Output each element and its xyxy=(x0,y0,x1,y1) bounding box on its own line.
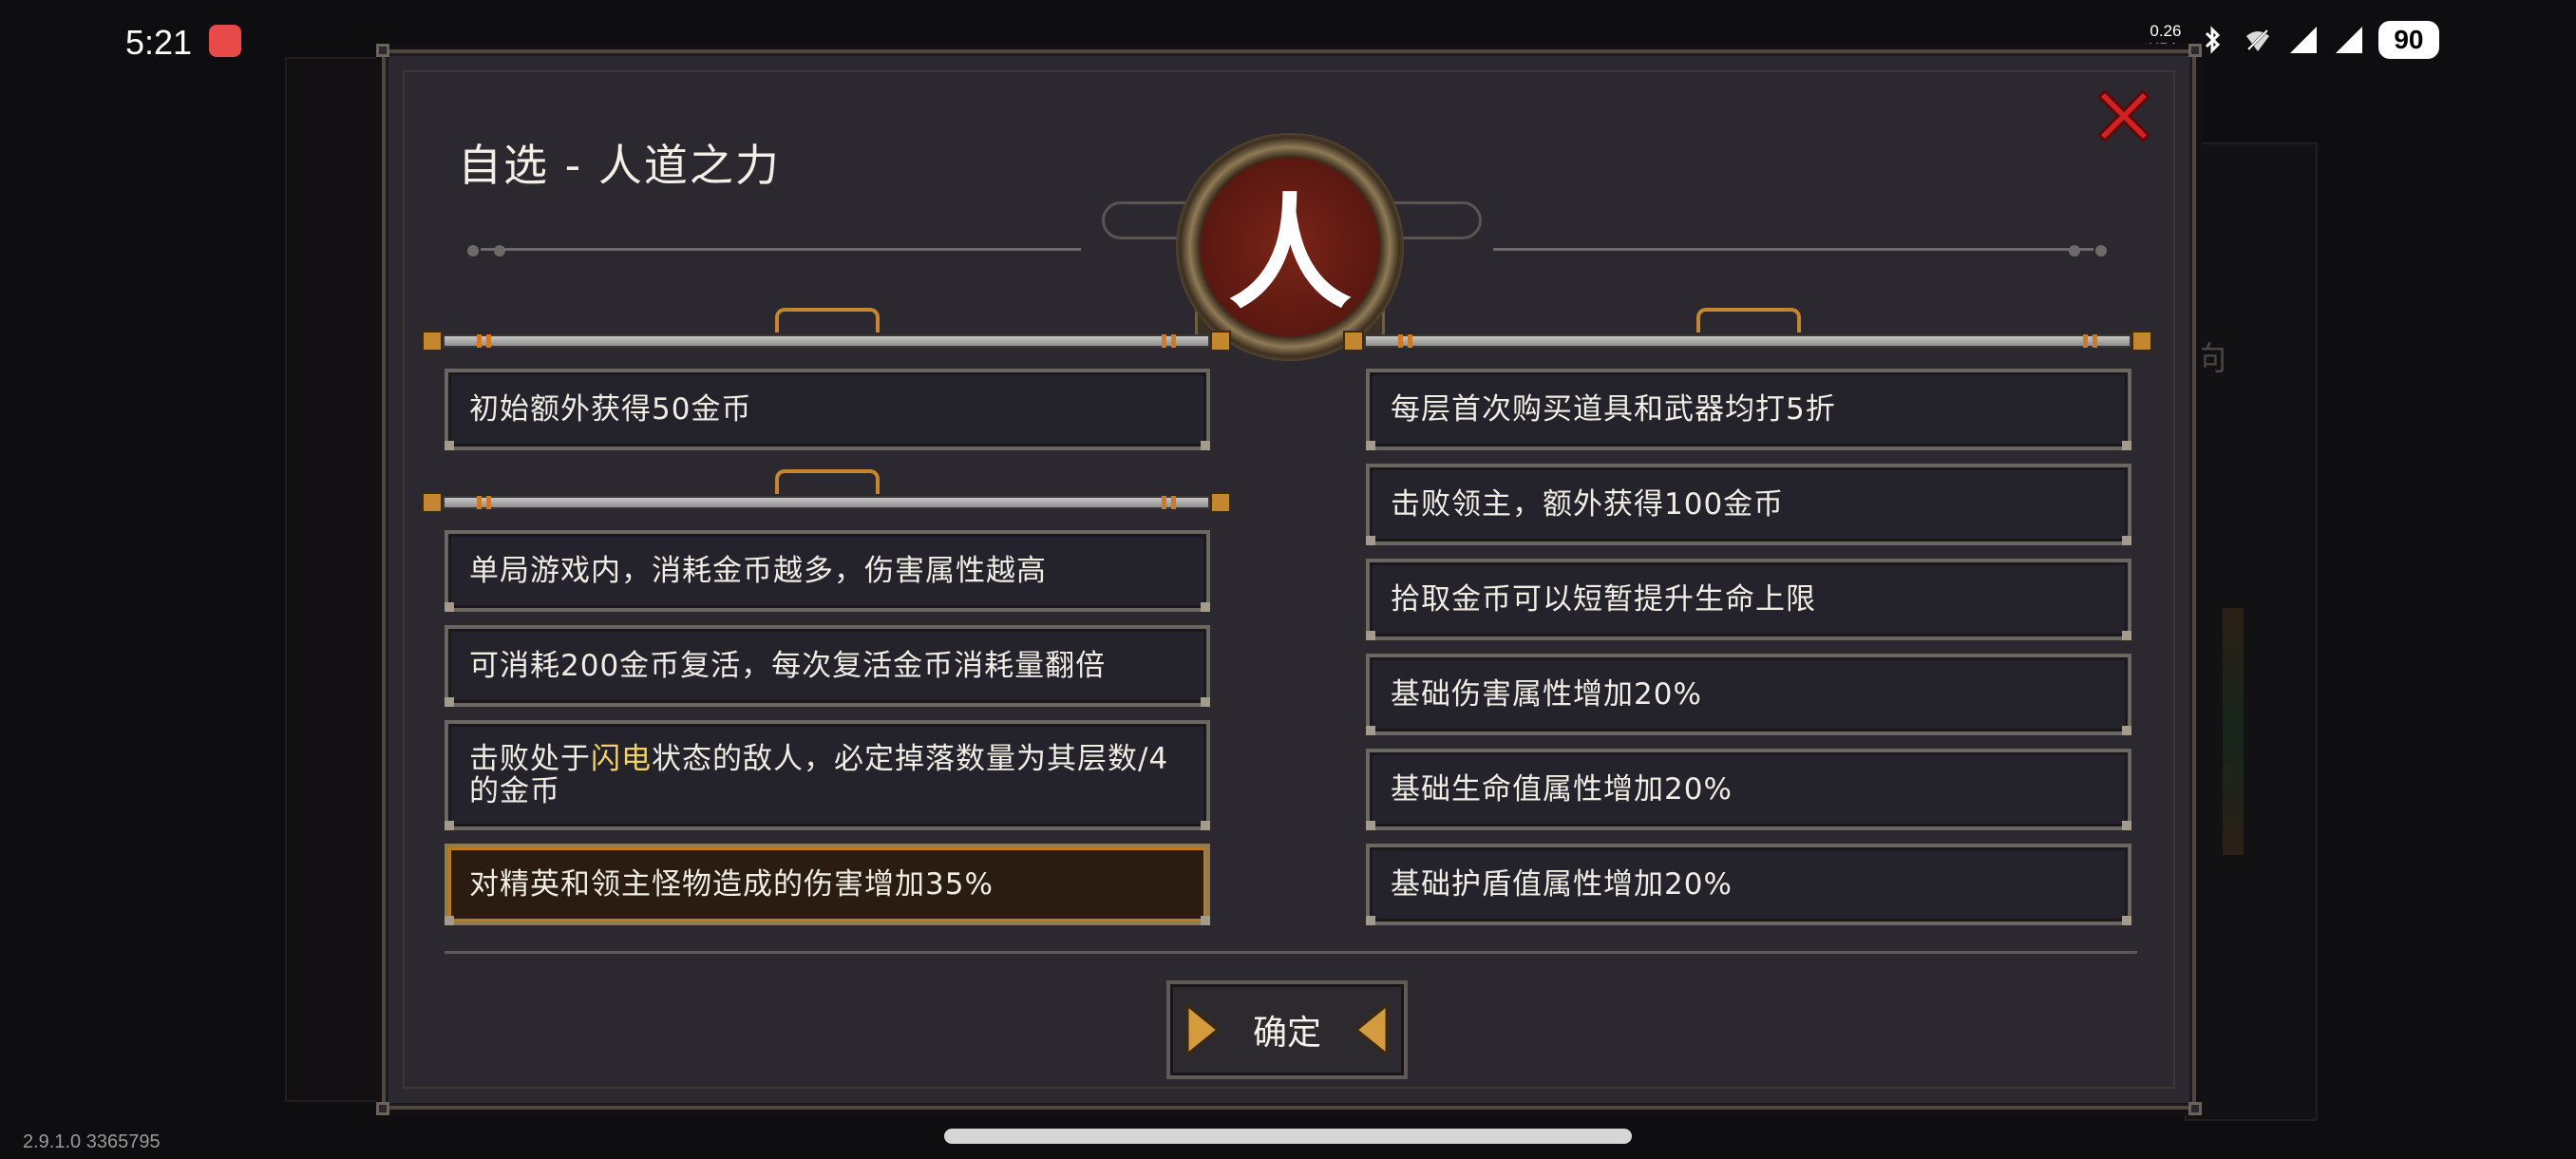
status-time: 5:21 xyxy=(125,23,193,62)
option-card[interactable]: 击败领主，额外获得100金币 xyxy=(1366,464,2131,545)
title-divider-left xyxy=(467,245,1094,256)
close-icon xyxy=(2096,88,2151,143)
bottom-divider xyxy=(435,948,2147,956)
option-text: 每层首次购买道具和武器均打5折 xyxy=(1391,392,1836,427)
wifi-off-icon xyxy=(2242,24,2274,56)
signal-5g-icon xyxy=(2287,24,2320,56)
option-text-part: 击败处于 xyxy=(469,742,591,776)
panel-corner xyxy=(376,1102,389,1115)
option-text: 可消耗200金币复活，每次复活金币消耗量翻倍 xyxy=(469,649,1107,683)
option-card[interactable]: 拾取金币可以短暂提升生命上限 xyxy=(1366,559,2131,640)
emblem-glyph: 人 xyxy=(1227,180,1352,326)
version-label: 2.9.1.0 3365795 xyxy=(23,1131,161,1152)
background-char: 向 xyxy=(2194,340,2226,378)
option-text: 基础生命值属性增加20% xyxy=(1391,772,1733,807)
option-text: 击败处于闪电状态的敌人，必定掉落数量为其层数/4的金币 xyxy=(469,743,1185,808)
net-speed-value: 0.26 xyxy=(2150,22,2182,40)
option-card[interactable]: 基础护盾值属性增加20% xyxy=(1366,844,2131,925)
option-text: 初始额外获得50金币 xyxy=(469,392,752,427)
scroll-rod-left-mid xyxy=(422,469,1231,515)
home-indicator[interactable] xyxy=(944,1129,1632,1144)
option-card-selected[interactable]: 对精英和领主怪物造成的伤害增加35% xyxy=(445,844,1210,925)
app-notification-icon xyxy=(209,25,241,57)
option-text: 单局游戏内，消耗金币越多，伤害属性越高 xyxy=(469,554,1047,588)
option-text: 基础伤害属性增加20% xyxy=(1391,677,1702,712)
scroll-rod-left-top xyxy=(422,308,1231,353)
signal-4g-icon xyxy=(2333,24,2365,56)
confirm-button[interactable]: 确定 xyxy=(1166,980,1408,1079)
option-card[interactable]: 单局游戏内，消耗金币越多，伤害属性越高 xyxy=(445,530,1210,612)
option-card[interactable]: 基础伤害属性增加20% xyxy=(1366,654,2131,735)
close-button[interactable] xyxy=(2090,82,2158,150)
panel-corner xyxy=(2188,44,2202,57)
option-card[interactable]: 基础生命值属性增加20% xyxy=(1366,749,2131,830)
option-card[interactable]: 击败处于闪电状态的敌人，必定掉落数量为其层数/4的金币 xyxy=(445,720,1210,830)
highlight-keyword: 闪电 xyxy=(591,742,652,776)
dialog-title: 自选 - 人道之力 xyxy=(458,140,781,191)
panel-corner xyxy=(2188,1102,2202,1115)
option-text: 对精英和领主怪物造成的伤害增加35% xyxy=(469,867,994,902)
confirm-label: 确定 xyxy=(1252,1014,1321,1053)
option-text: 基础护盾值属性增加20% xyxy=(1391,867,1733,902)
panel-corner xyxy=(376,44,389,57)
option-card[interactable]: 每层首次购买道具和武器均打5折 xyxy=(1366,369,2131,450)
background-banner xyxy=(2223,608,2244,855)
background-frame-right xyxy=(2185,142,2318,1121)
option-card[interactable]: 可消耗200金币复活，每次复活金币消耗量翻倍 xyxy=(445,625,1210,707)
option-card[interactable]: 初始额外获得50金币 xyxy=(445,369,1210,450)
battery-indicator: 90 xyxy=(2377,21,2439,59)
arrow-left-ornament-icon xyxy=(1353,1001,1391,1058)
option-text: 击败领主，额外获得100金币 xyxy=(1391,487,1785,522)
title-divider-right xyxy=(1480,245,2107,256)
arrow-right-ornament-icon xyxy=(1184,1001,1222,1058)
option-text: 拾取金币可以短暂提升生命上限 xyxy=(1391,582,1816,617)
scroll-rod-right-top xyxy=(1343,308,2152,353)
